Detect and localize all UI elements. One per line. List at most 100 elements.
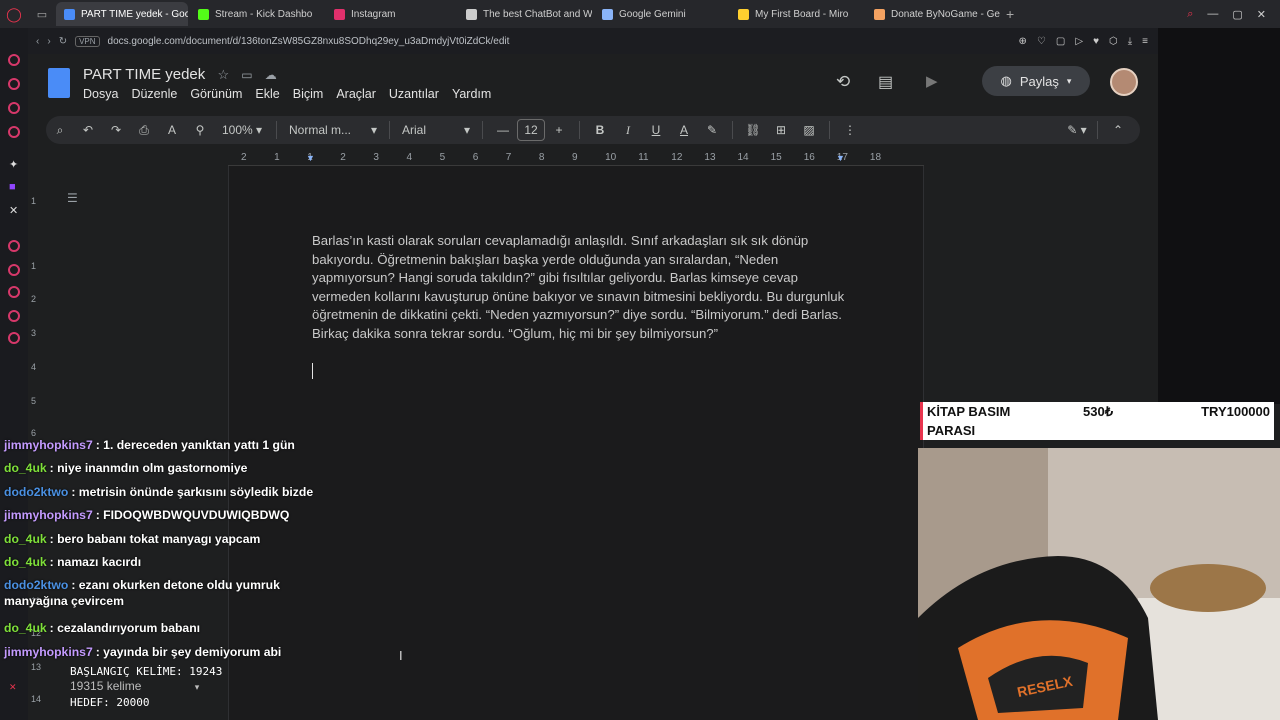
font-select[interactable]: Arial ▾ [396,119,476,141]
chat-username[interactable]: do_4uk [4,621,47,635]
chat-message: do_4uk: niye inanmdın olm gastornomiye [4,460,344,483]
browser-tab[interactable]: Instagram [326,2,456,26]
zoom-select[interactable]: 100% ▾ [214,119,270,141]
document-body-text[interactable]: Barlas’ın kasti olarak soruları cevaplam… [312,232,852,344]
zoom-icon[interactable]: ⊕ [1019,36,1027,47]
paint-format-icon[interactable]: ⚲ [186,119,214,141]
extensions-icon[interactable]: ⬡ [1109,36,1118,47]
menu-item[interactable]: Biçim [293,87,324,101]
chatgpt-icon[interactable]: ✦ [9,158,18,171]
search-tabs-icon[interactable]: ⌕ [1187,8,1193,21]
browser-tab[interactable]: Google Gemini [594,2,728,26]
sidebar-app-icon[interactable] [8,54,20,66]
menu-item[interactable]: Araçlar [336,87,376,101]
chat-username[interactable]: jimmyhopkins7 [4,508,93,522]
browser-tab[interactable]: My First Board - Miro [730,2,864,26]
sidebar-app-icon[interactable] [8,102,20,114]
increase-font-size-icon[interactable]: + [545,119,573,141]
ruler-tick-label: 16 [803,152,815,163]
reload-icon[interactable]: ↻ [59,36,67,47]
search-menus-icon[interactable]: ⌕ [46,119,74,141]
heart-icon[interactable]: ♥ [1093,36,1099,47]
new-tab-icon[interactable]: + [1006,6,1014,22]
download-icon[interactable]: ⤓ [1128,36,1132,47]
more-icon[interactable]: ⋮ [836,119,864,141]
chat-username[interactable]: dodo2ktwo [4,485,68,499]
forward-icon[interactable]: › [47,36,50,47]
docs-logo-icon[interactable] [48,68,70,98]
comments-icon[interactable]: ▤ [878,72,893,92]
font-size-input[interactable]: 12 [517,119,545,141]
sidebar-app-icon[interactable] [8,310,20,322]
bold-icon[interactable]: B [586,119,614,141]
current-word-count[interactable]: 19315 kelime ▾ [70,679,222,695]
redo-icon[interactable]: ↷ [102,119,130,141]
editing-mode-icon[interactable]: ✎ ▾ [1063,119,1091,141]
move-folder-icon[interactable]: ▭ [241,68,252,82]
url-field[interactable]: docs.google.com/document/d/136tonZsW85GZ… [108,36,510,47]
text-color-icon[interactable]: A [670,119,698,141]
decrease-font-size-icon[interactable]: — [489,119,517,141]
browser-tab[interactable]: PART TIME yedek - Goog [56,2,188,26]
maximize-icon[interactable]: ▢ [1232,8,1242,21]
vruler-tick-label: 5 [31,396,37,406]
sidebar-app-icon[interactable] [8,264,20,276]
browser-tab[interactable]: The best ChatBot and W [458,2,592,26]
play-icon[interactable]: ▷ [1075,36,1083,47]
left-indent-marker-icon[interactable]: ▼ [306,153,315,163]
share-button[interactable]: ◍ Paylaş ▾ [982,66,1090,96]
twitch-icon[interactable]: ■ [9,181,16,193]
style-select[interactable]: Normal m... ▾ [283,119,383,141]
star-icon[interactable]: ☆ [217,67,229,82]
chat-username[interactable]: dodo2ktwo [4,578,68,592]
menu-item[interactable]: Yardım [452,87,491,101]
chat-username[interactable]: jimmyhopkins7 [4,645,93,659]
avatar[interactable] [1110,68,1138,96]
sidebar-app-icon[interactable] [8,78,20,90]
menu-icon[interactable]: ≡ [1142,36,1148,47]
menu-item[interactable]: Dosya [83,87,118,101]
outline-icon[interactable]: ☰ [67,191,78,205]
menu-item[interactable]: Düzenle [131,87,177,101]
image-icon[interactable]: ▨ [795,119,823,141]
sidebar-app-icon[interactable] [8,286,20,298]
sidebar-app-icon[interactable] [8,240,20,252]
minimize-icon[interactable]: — [1207,8,1218,21]
undo-icon[interactable]: ↶ [74,119,102,141]
settings-icon[interactable] [8,332,20,344]
menu-item[interactable]: Ekle [255,87,279,101]
toolbar-divider [732,121,733,139]
browser-tab[interactable]: Donate ByNoGame - Gele [866,2,1000,26]
italic-icon[interactable]: I [614,119,642,141]
browser-tab[interactable]: Stream - Kick Dashbo [190,2,324,26]
menu-item[interactable]: Uzantılar [389,87,439,101]
meet-icon[interactable]: ▶ [926,72,938,90]
version-history-icon[interactable]: ⟲ [836,72,850,92]
comment-add-icon[interactable]: ⊞ [767,119,795,141]
bookmark-icon[interactable]: ♡ [1037,36,1046,47]
chat-username[interactable]: do_4uk [4,555,47,569]
close-window-icon[interactable]: ✕ [1257,8,1266,21]
chat-text: : FIDOQWBDWQUVDUWIQBDWQ [95,508,290,523]
horizontal-ruler: 2 1 1 2 3 4 5 6 7 8 9 10 11 12 13 14 15 16 17 18 [228,150,924,166]
print-icon[interactable]: ⎙ [130,119,158,141]
chat-username[interactable]: jimmyhopkins7 [4,438,93,452]
chat-username[interactable]: do_4uk [4,532,47,546]
menu-item[interactable]: Görünüm [190,87,242,101]
opera-logo-icon[interactable]: ◯ [0,6,28,23]
snapshot-icon[interactable]: ▢ [1056,36,1065,47]
link-icon[interactable]: ⛓ [739,119,767,141]
close-icon[interactable]: ✕ [9,682,17,693]
sidebar-app-icon[interactable] [8,126,20,138]
workspace-icon[interactable]: ▭ [28,8,56,21]
vpn-badge[interactable]: VPN [75,35,100,47]
underline-icon[interactable]: U [642,119,670,141]
back-icon[interactable]: ‹ [36,36,39,47]
collapse-menu-icon[interactable]: ⌃ [1104,119,1132,141]
highlight-icon[interactable]: ✎ [698,119,726,141]
right-indent-marker-icon[interactable]: ▼ [836,153,845,163]
x-icon[interactable]: ✕ [9,204,18,217]
spellcheck-icon[interactable]: A [158,119,186,141]
chat-username[interactable]: do_4uk [4,461,47,475]
document-title[interactable]: PART TIME yedek [83,66,205,83]
